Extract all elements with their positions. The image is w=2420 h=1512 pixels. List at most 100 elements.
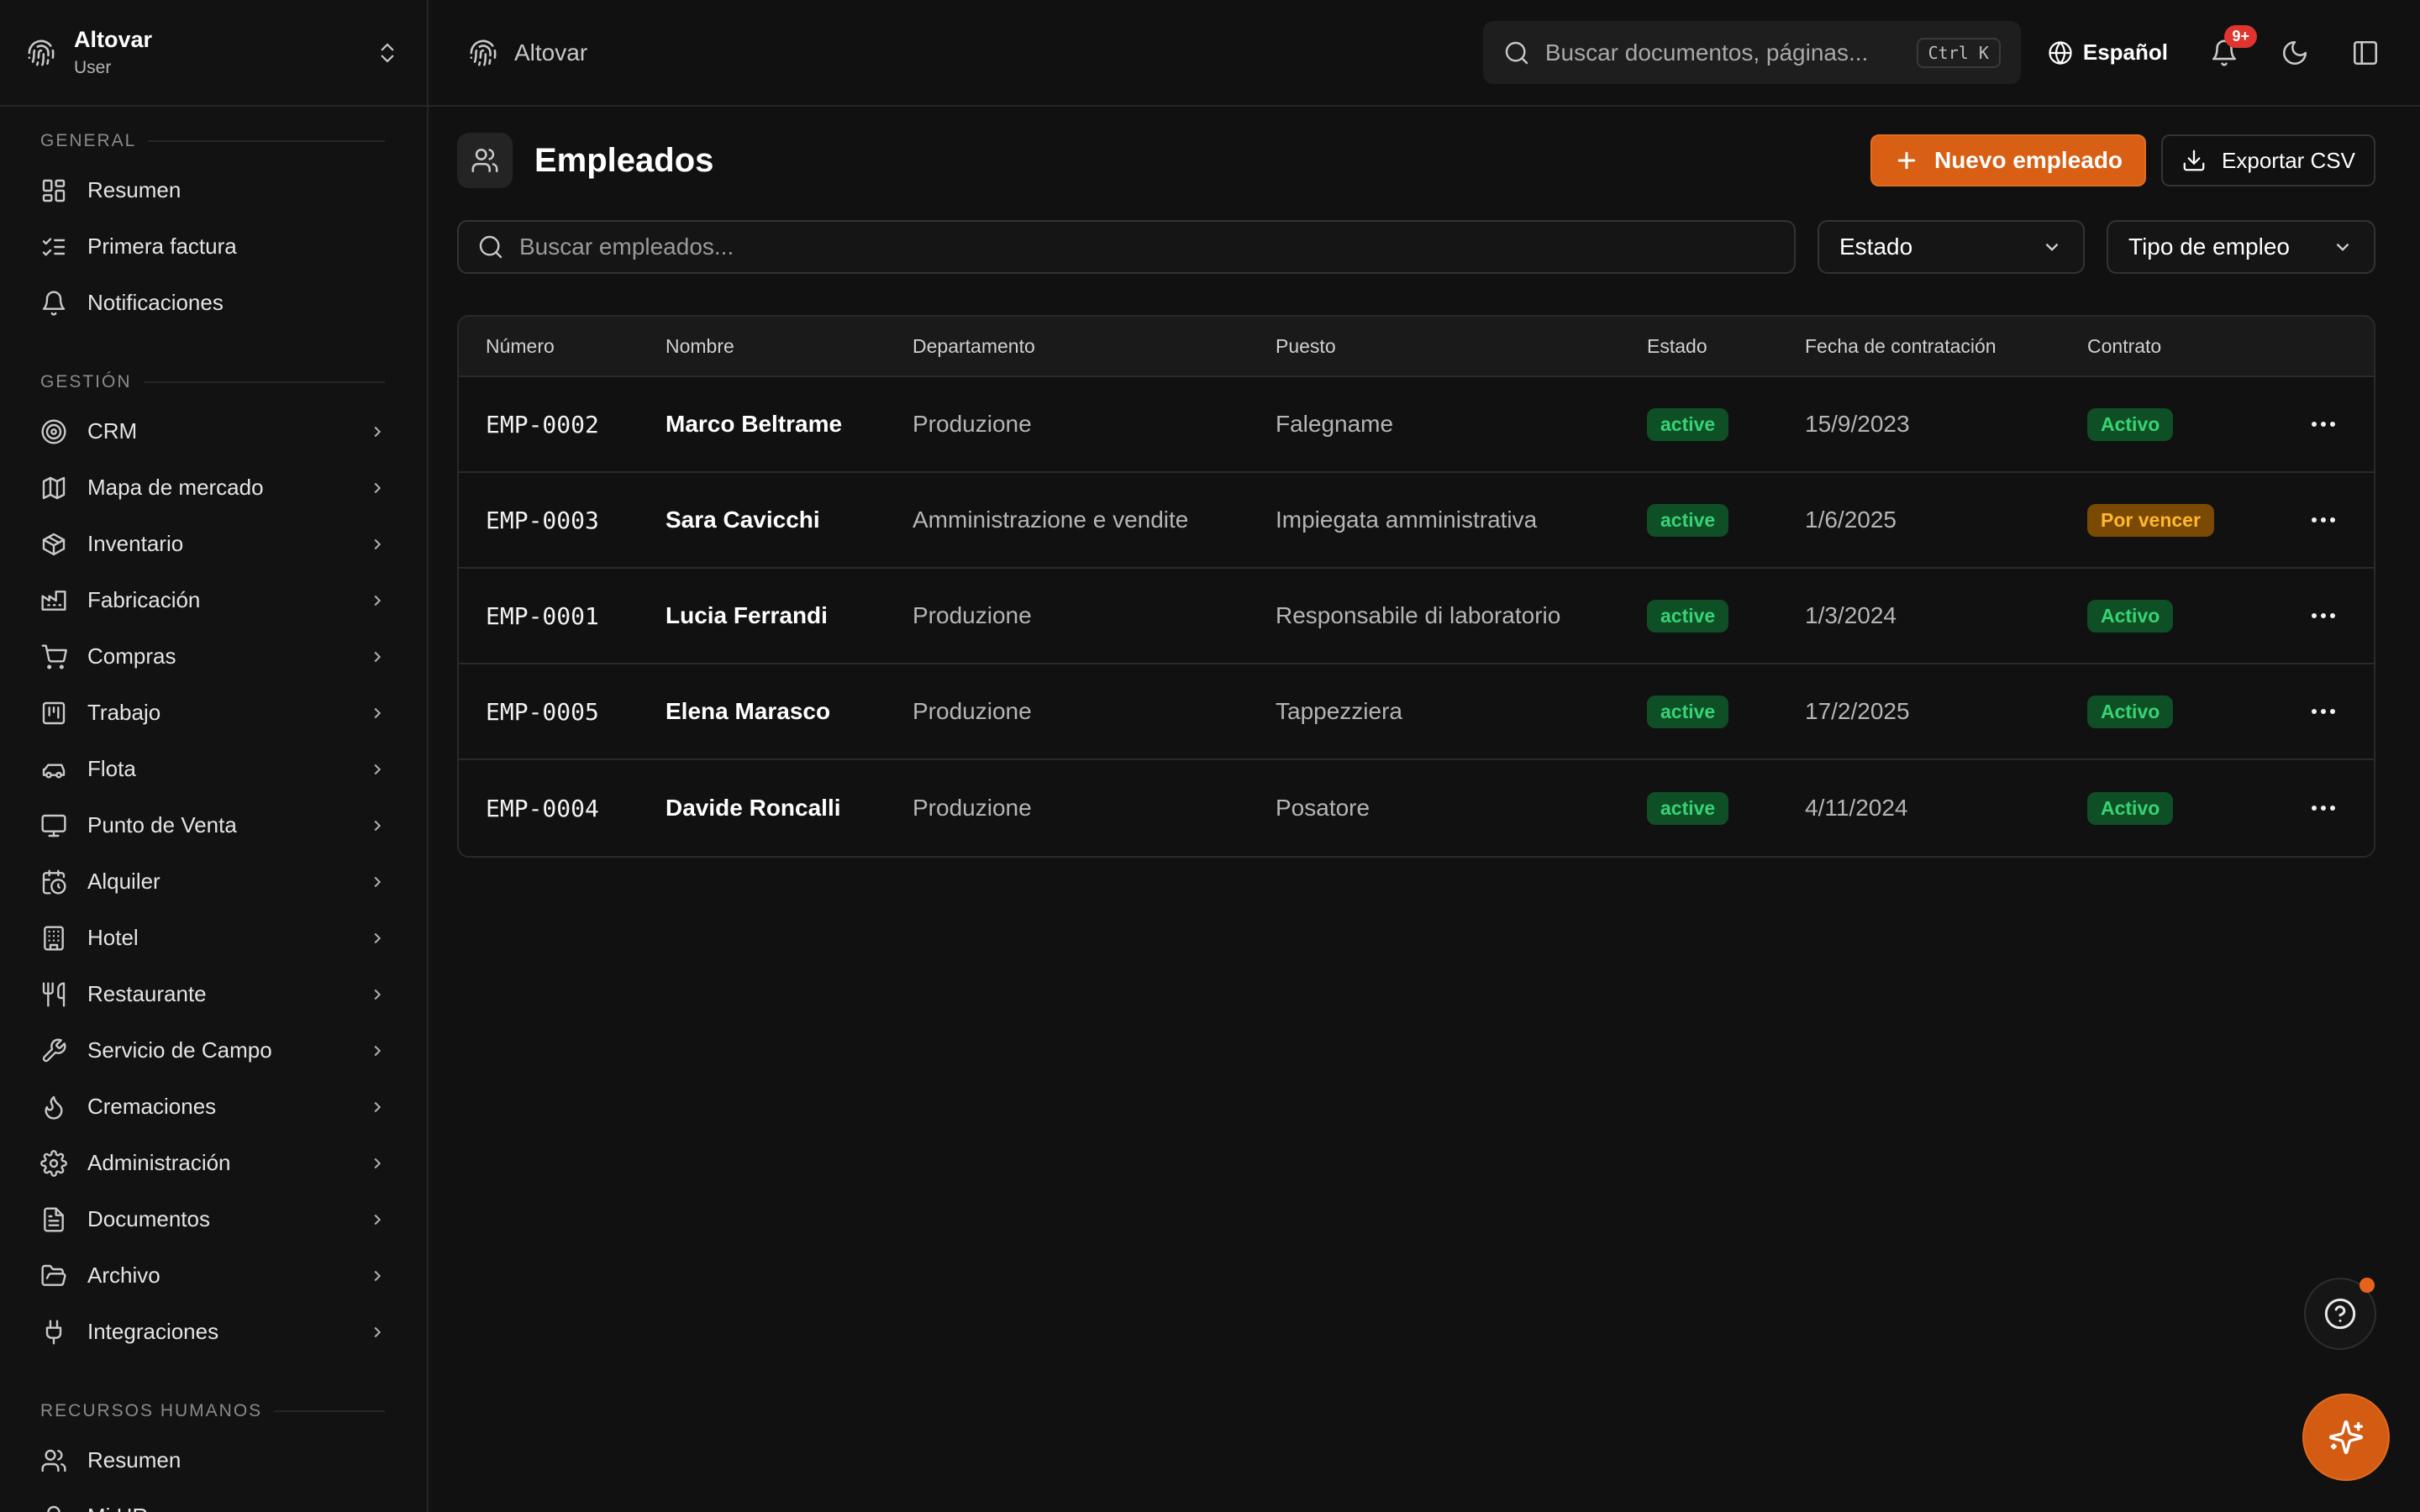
status-filter-select[interactable]: Estado xyxy=(1818,220,2085,274)
column-header-department[interactable]: Departamento xyxy=(886,335,1249,358)
sidebar-item-inventario[interactable]: Inventario xyxy=(0,516,427,572)
row-actions-button[interactable] xyxy=(2273,806,2374,811)
employee-position: Impiegata amministrativa xyxy=(1276,507,1538,533)
notifications-button[interactable]: 9+ xyxy=(2210,24,2257,67)
sidebar-item-administracion[interactable]: Administración xyxy=(0,1135,427,1191)
section-label-general: GENERAL xyxy=(0,129,427,154)
column-header-contract[interactable]: Contrato xyxy=(2060,335,2273,358)
toggle-panel-button[interactable] xyxy=(2351,39,2380,67)
chevron-down-icon xyxy=(2336,243,2349,251)
row-actions-button[interactable] xyxy=(2273,517,2374,522)
sidebar-item-hotel[interactable]: Hotel xyxy=(0,910,427,966)
row-actions-button[interactable] xyxy=(2273,422,2374,427)
status-cell: active xyxy=(1620,407,1778,441)
theme-toggle-button[interactable] xyxy=(2281,39,2309,67)
sidebar-item-crm[interactable]: CRM xyxy=(0,403,427,459)
breadcrumb[interactable]: Altovar xyxy=(469,39,587,67)
table-row[interactable]: EMP-0003 Sara Cavicchi Amministrazione e… xyxy=(459,473,2374,569)
contract-cell: Activo xyxy=(2060,695,2273,728)
help-circle-icon xyxy=(2324,1298,2356,1330)
utensils-icon xyxy=(42,981,66,1007)
help-indicator-dot xyxy=(2360,1278,2375,1293)
sidebar-item-compras[interactable]: Compras xyxy=(0,628,427,685)
chevron-right-icon xyxy=(374,1270,381,1281)
row-actions-button[interactable] xyxy=(2273,709,2374,714)
sidebar-item-servicio-de-campo[interactable]: Servicio de Campo xyxy=(0,1022,427,1079)
sidebar-item-label: Alquiler xyxy=(87,869,160,894)
column-header-number[interactable]: Número xyxy=(459,335,639,358)
workspace-switcher[interactable]: Altovar User xyxy=(0,0,427,107)
employee-number: EMP-0002 xyxy=(486,410,599,438)
user-icon xyxy=(47,1505,60,1512)
employee-name[interactable]: Sara Cavicchi xyxy=(639,507,886,533)
language-switcher[interactable]: Español xyxy=(2048,39,2168,66)
chevron-right-icon xyxy=(374,426,381,437)
sidebar-item-punto-de-venta[interactable]: Punto de Venta xyxy=(0,797,427,853)
sidebar-item-label: Mi HR xyxy=(87,1504,387,1512)
employee-name[interactable]: Marco Beltrame xyxy=(639,411,886,438)
ai-assistant-button[interactable] xyxy=(2304,1395,2388,1479)
sidebar-item-alquiler[interactable]: Alquiler xyxy=(0,853,427,910)
new-employee-label: Nuevo empleado xyxy=(1933,147,2123,173)
employment-type-filter-select[interactable]: Tipo de empleo xyxy=(2107,220,2375,274)
column-header-name[interactable]: Nombre xyxy=(639,335,886,358)
chevron-right-icon xyxy=(374,595,381,606)
language-label: Español xyxy=(2082,39,2168,65)
sidebar-item-notificaciones[interactable]: Notificaciones xyxy=(0,275,427,331)
users-icon xyxy=(41,1449,66,1472)
row-actions-button[interactable] xyxy=(2273,613,2374,618)
employee-name[interactable]: Lucia Ferrandi xyxy=(639,602,886,629)
column-header-position[interactable]: Puesto xyxy=(1249,335,1620,358)
help-button[interactable] xyxy=(2304,1278,2376,1350)
status-cell: active xyxy=(1620,695,1778,728)
filters-bar: Buscar empleados... Estado Tipo de emple… xyxy=(457,219,2375,275)
chevron-right-icon xyxy=(374,707,381,718)
sidebar-item-mapa-de-mercado[interactable]: Mapa de mercado xyxy=(0,459,427,516)
sidebar-item-primera-factura[interactable]: Primera factura xyxy=(0,218,427,275)
sidebar-item-documentos[interactable]: Documentos xyxy=(0,1191,427,1247)
employee-number: EMP-0004 xyxy=(486,794,599,822)
sidebar-item-fabricacion[interactable]: Fabricación xyxy=(0,572,427,628)
hire-date: 17/2/2025 xyxy=(1805,698,1910,724)
table-row[interactable]: EMP-0004 Davide Roncalli Produzione Posa… xyxy=(459,760,2374,856)
chevron-right-icon xyxy=(374,1326,381,1337)
sidebar-item-flota[interactable]: Flota xyxy=(0,741,427,797)
sidebar-item-integraciones[interactable]: Integraciones xyxy=(0,1304,427,1360)
contract-cell: Activo xyxy=(2060,599,2273,633)
page-header: Empleados Nuevo empleado Exportar CSV xyxy=(457,107,2375,214)
sidebar-item-archivo[interactable]: Archivo xyxy=(0,1247,427,1304)
more-horizontal-icon xyxy=(2312,422,2335,427)
employee-name[interactable]: Davide Roncalli xyxy=(639,795,886,822)
column-header-hire-date[interactable]: Fecha de contratación xyxy=(1778,335,2060,358)
export-csv-button[interactable]: Exportar CSV xyxy=(2161,134,2375,186)
sidebar-item-mi-hr[interactable]: Mi HR xyxy=(0,1488,427,1512)
employee-search-input[interactable]: Buscar empleados... xyxy=(457,220,1796,274)
sparkles-icon xyxy=(2329,1420,2363,1454)
sidebar-item-resumen[interactable]: Resumen xyxy=(0,162,427,218)
column-header-status[interactable]: Estado xyxy=(1620,335,1778,358)
hire-date: 15/9/2023 xyxy=(1805,411,1910,437)
sidebar-item-trabajo[interactable]: Trabajo xyxy=(0,685,427,741)
new-employee-button[interactable]: Nuevo empleado xyxy=(1870,134,2147,186)
wrench-icon xyxy=(42,1038,66,1062)
status-badge: active xyxy=(1647,407,1729,441)
notifications-badge: 9+ xyxy=(2224,24,2257,48)
table-row[interactable]: EMP-0002 Marco Beltrame Produzione Faleg… xyxy=(459,377,2374,473)
sidebar-item-label: Notificaciones xyxy=(87,290,224,315)
sidebar-item-restaurante[interactable]: Restaurante xyxy=(0,966,427,1022)
sidebar: Altovar User GENERAL Resumen Primera fac… xyxy=(0,0,429,1512)
employee-department: Produzione xyxy=(913,411,1032,437)
divider xyxy=(143,381,385,383)
table-row[interactable]: EMP-0001 Lucia Ferrandi Produzione Respo… xyxy=(459,569,2374,664)
contract-badge: Por vencer xyxy=(2087,503,2214,537)
sidebar-item-label: Flota xyxy=(87,756,136,781)
global-search-input[interactable]: Buscar documentos, páginas... Ctrl K xyxy=(1482,21,2021,84)
employee-name[interactable]: Elena Marasco xyxy=(639,698,886,725)
employee-number: EMP-0003 xyxy=(486,506,599,534)
sidebar-item-cremaciones[interactable]: Cremaciones xyxy=(0,1079,427,1135)
globe-icon xyxy=(2049,40,2072,65)
status-cell: active xyxy=(1620,503,1778,537)
sidebar-item-hr-resumen[interactable]: Resumen xyxy=(0,1432,427,1488)
chevron-right-icon xyxy=(374,1158,381,1168)
table-row[interactable]: EMP-0005 Elena Marasco Produzione Tappez… xyxy=(459,664,2374,760)
